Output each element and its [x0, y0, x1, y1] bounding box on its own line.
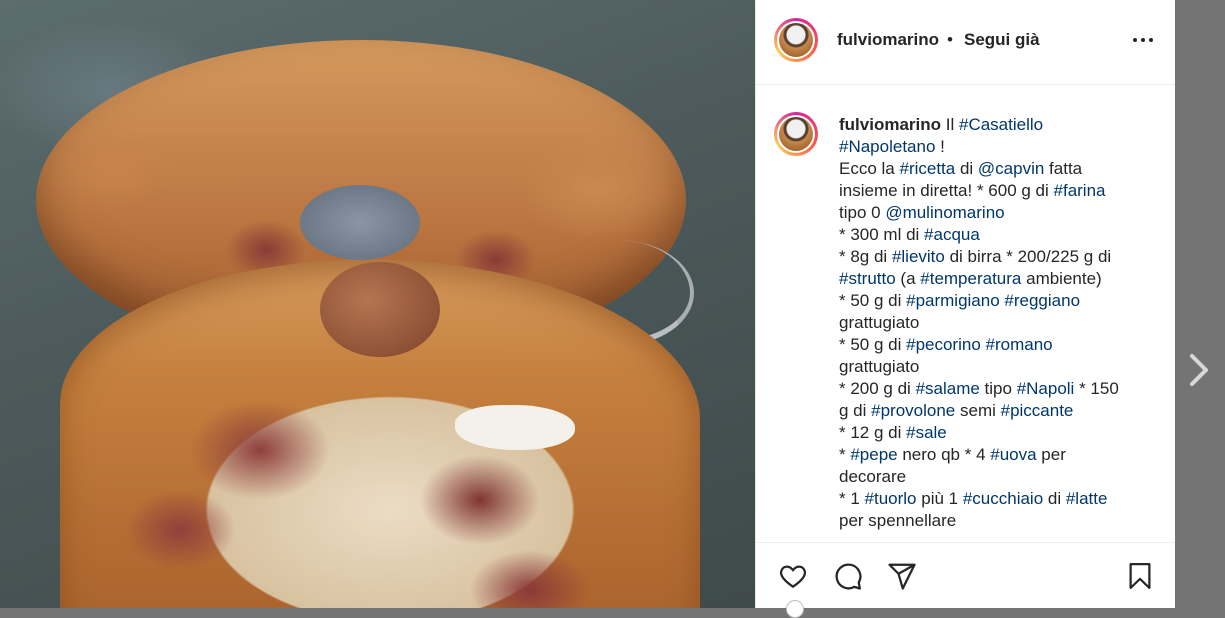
- casatiello-center: [300, 185, 420, 260]
- caption-text: Il: [945, 115, 959, 134]
- hashtag-link[interactable]: #parmigiano: [906, 291, 1000, 310]
- caption-text: * 12 g di: [839, 423, 907, 442]
- caption-text: Ecco la: [839, 159, 900, 178]
- caption-text: * 150: [1074, 379, 1119, 398]
- caption-text: di birra * 200/225 g di: [944, 247, 1112, 266]
- caption-text: di: [1043, 489, 1066, 508]
- caption-line: insieme in diretta! * 600 g di #farina: [839, 180, 1157, 202]
- caption-line: fulviomarino Il #Casatiello: [839, 114, 1157, 136]
- caption-text: * 8g di: [839, 247, 892, 266]
- comment-icon[interactable]: [833, 561, 863, 591]
- post-caption: fulviomarino Il #Casatiello #Napoletano !…: [839, 114, 1157, 532]
- hashtag-link[interactable]: #tuorlo: [865, 489, 917, 508]
- caption-username[interactable]: fulviomarino: [839, 115, 941, 134]
- hashtag-link[interactable]: #romano: [986, 335, 1053, 354]
- mention-link[interactable]: @mulinomarino: [885, 203, 1004, 222]
- hashtag-link[interactable]: #Napoletano: [839, 137, 935, 156]
- caption-text: fatta: [1044, 159, 1083, 178]
- caption-text: per: [1036, 445, 1066, 464]
- hashtag-link[interactable]: #temperatura: [920, 269, 1021, 288]
- hashtag-link[interactable]: #piccante: [1001, 401, 1074, 420]
- avatar[interactable]: [774, 18, 818, 62]
- caption-text: (a: [895, 269, 921, 288]
- caption-text: più 1: [916, 489, 963, 508]
- caption-line: grattugiato: [839, 356, 1157, 378]
- heart-icon[interactable]: [778, 561, 808, 591]
- post-side-panel: fulviomarino • Segui già fulviomarino Il…: [755, 0, 1175, 618]
- caption-text: semi: [955, 401, 1001, 420]
- hashtag-link[interactable]: #Napoli: [1017, 379, 1075, 398]
- caption-text: nero qb * 4: [897, 445, 991, 464]
- caption-text: g di: [839, 401, 872, 420]
- hashtag-link[interactable]: #salame: [916, 379, 980, 398]
- caption-avatar[interactable]: [774, 112, 818, 156]
- caption-text: * 50 g di: [839, 291, 907, 310]
- caption-text: insieme in diretta! * 600 g di: [839, 181, 1054, 200]
- caption-line: g di #provolone semi #piccante: [839, 400, 1157, 422]
- caption-text: di: [955, 159, 978, 178]
- caption-text: * 300 ml di: [839, 225, 925, 244]
- caption-text: * 200 g di: [839, 379, 916, 398]
- paper-plane-icon[interactable]: [887, 561, 917, 591]
- caption-line: per spennellare: [839, 510, 1157, 532]
- hashtag-link[interactable]: #latte: [1066, 489, 1108, 508]
- egg: [320, 262, 440, 357]
- caption-text: grattugiato: [839, 313, 920, 332]
- caption-text: ambiente): [1021, 269, 1102, 288]
- caption-line: * 200 g di #salame tipo #Napoli * 150: [839, 378, 1157, 400]
- caption-text: tipo: [979, 379, 1017, 398]
- action-bar: [756, 542, 1175, 609]
- caption-text: * 1: [839, 489, 865, 508]
- caption-line: decorare: [839, 466, 1157, 488]
- caption-text: *: [839, 445, 851, 464]
- caption-line: * 50 g di #parmigiano #reggiano: [839, 290, 1157, 312]
- caption-text: !: [935, 137, 945, 156]
- caption-line: * 1 #tuorlo più 1 #cucchiaio di #latte: [839, 488, 1157, 510]
- caption-text: decorare: [839, 467, 907, 486]
- caption-line: * #pepe nero qb * 4 #uova per: [839, 444, 1157, 466]
- caption-text: * 50 g di: [839, 335, 907, 354]
- caption-line: tipo 0 @mulinomarino: [839, 202, 1157, 224]
- caption-line: Ecco la #ricetta di @capvin fatta: [839, 158, 1157, 180]
- egg-white: [455, 405, 575, 450]
- hashtag-link[interactable]: #uova: [990, 445, 1036, 464]
- hashtag-link[interactable]: #lievito: [892, 247, 945, 266]
- hashtag-link[interactable]: #strutto: [839, 269, 896, 288]
- caption-text: tipo 0: [839, 203, 886, 222]
- separator-dot: •: [947, 30, 953, 49]
- hashtag-link[interactable]: #Casatiello: [959, 115, 1043, 134]
- caption-text: grattugiato: [839, 357, 920, 376]
- caption-line: * 50 g di #pecorino #romano: [839, 334, 1157, 356]
- likers-avatar[interactable]: [786, 600, 804, 618]
- post-header: fulviomarino • Segui già: [756, 0, 1175, 85]
- caption-line: #Napoletano !: [839, 136, 1157, 158]
- bookmark-icon[interactable]: [1125, 561, 1155, 591]
- caption-line: * 300 ml di #acqua: [839, 224, 1157, 246]
- caption-text: per spennellare: [839, 511, 957, 530]
- hashtag-link[interactable]: #ricetta: [899, 159, 955, 178]
- hashtag-link[interactable]: #acqua: [924, 225, 980, 244]
- more-horizontal-icon[interactable]: [1132, 28, 1154, 52]
- caption-line: grattugiato: [839, 312, 1157, 334]
- hashtag-link[interactable]: #pecorino: [906, 335, 981, 354]
- caption-line: #strutto (a #temperatura ambiente): [839, 268, 1157, 290]
- caption-line: * 12 g di #sale: [839, 422, 1157, 444]
- hashtag-link[interactable]: #farina: [1054, 181, 1106, 200]
- follow-button[interactable]: Segui già: [964, 30, 1040, 50]
- post-image[interactable]: [0, 0, 755, 608]
- caption-line: * 8g di #lievito di birra * 200/225 g di: [839, 246, 1157, 268]
- hashtag-link[interactable]: #provolone: [871, 401, 955, 420]
- chevron-right-icon[interactable]: [1186, 352, 1212, 388]
- hashtag-link[interactable]: #sale: [906, 423, 947, 442]
- mention-link[interactable]: @capvin: [978, 159, 1044, 178]
- hashtag-link[interactable]: #cucchiaio: [963, 489, 1043, 508]
- post-username[interactable]: fulviomarino: [837, 30, 939, 50]
- hashtag-link[interactable]: #reggiano: [1004, 291, 1080, 310]
- hashtag-link[interactable]: #pepe: [850, 445, 897, 464]
